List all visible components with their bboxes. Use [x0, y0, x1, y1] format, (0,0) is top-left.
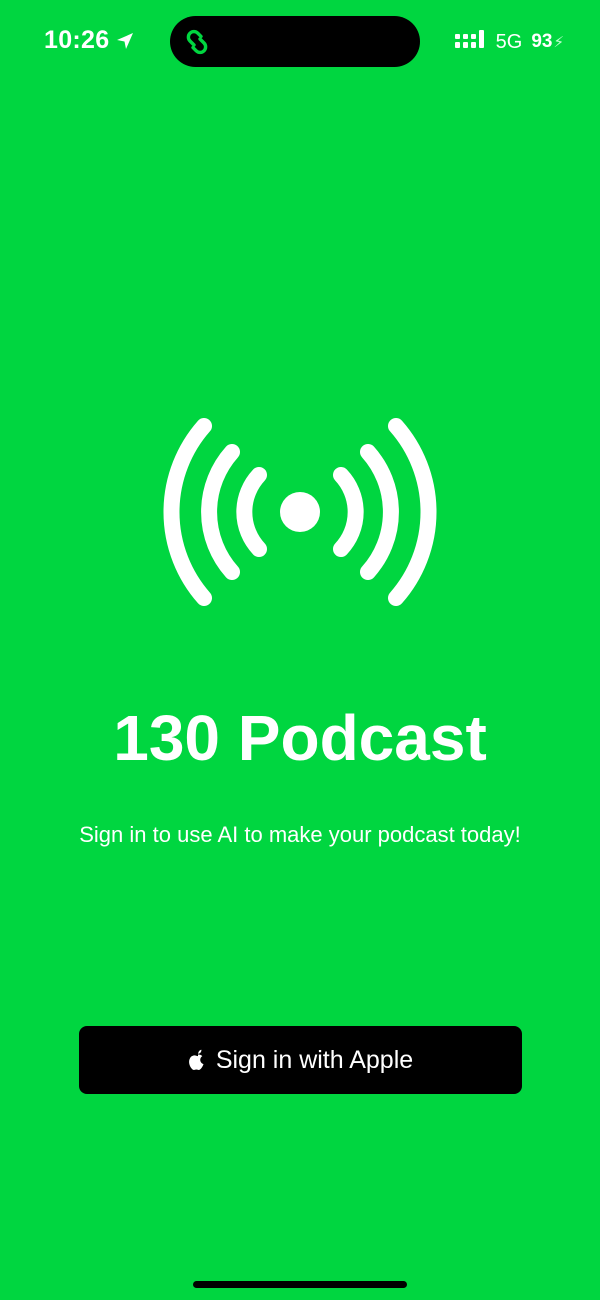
sign-in-with-apple-button[interactable]: Sign in with Apple — [79, 1026, 522, 1094]
battery-charging-icon: 93 ⚡ — [531, 31, 564, 53]
subtitle: Sign in to use AI to make your podcast t… — [79, 822, 521, 847]
apple-logo-icon — [188, 1048, 208, 1072]
broadcast-icon — [158, 414, 442, 615]
status-time: 10:26 — [44, 26, 135, 55]
status-time-label: 10:26 — [44, 26, 110, 54]
home-indicator[interactable] — [193, 1281, 407, 1288]
dynamic-island[interactable] — [170, 16, 420, 67]
app-title: 130 Podcast — [113, 702, 487, 774]
status-right: 5G 93 ⚡ — [454, 29, 564, 55]
link-icon — [180, 25, 214, 64]
status-bar: 10:26 5G 93 ⚡ — [0, 0, 600, 84]
battery-level: 93 — [531, 31, 553, 52]
location-arrow-icon — [115, 31, 135, 51]
network-type: 5G — [495, 30, 523, 53]
bolt-icon: ⚡ — [553, 34, 564, 51]
cellular-signal-icon — [454, 29, 487, 55]
sign-in-button-label: Sign in with Apple — [215, 1045, 414, 1074]
